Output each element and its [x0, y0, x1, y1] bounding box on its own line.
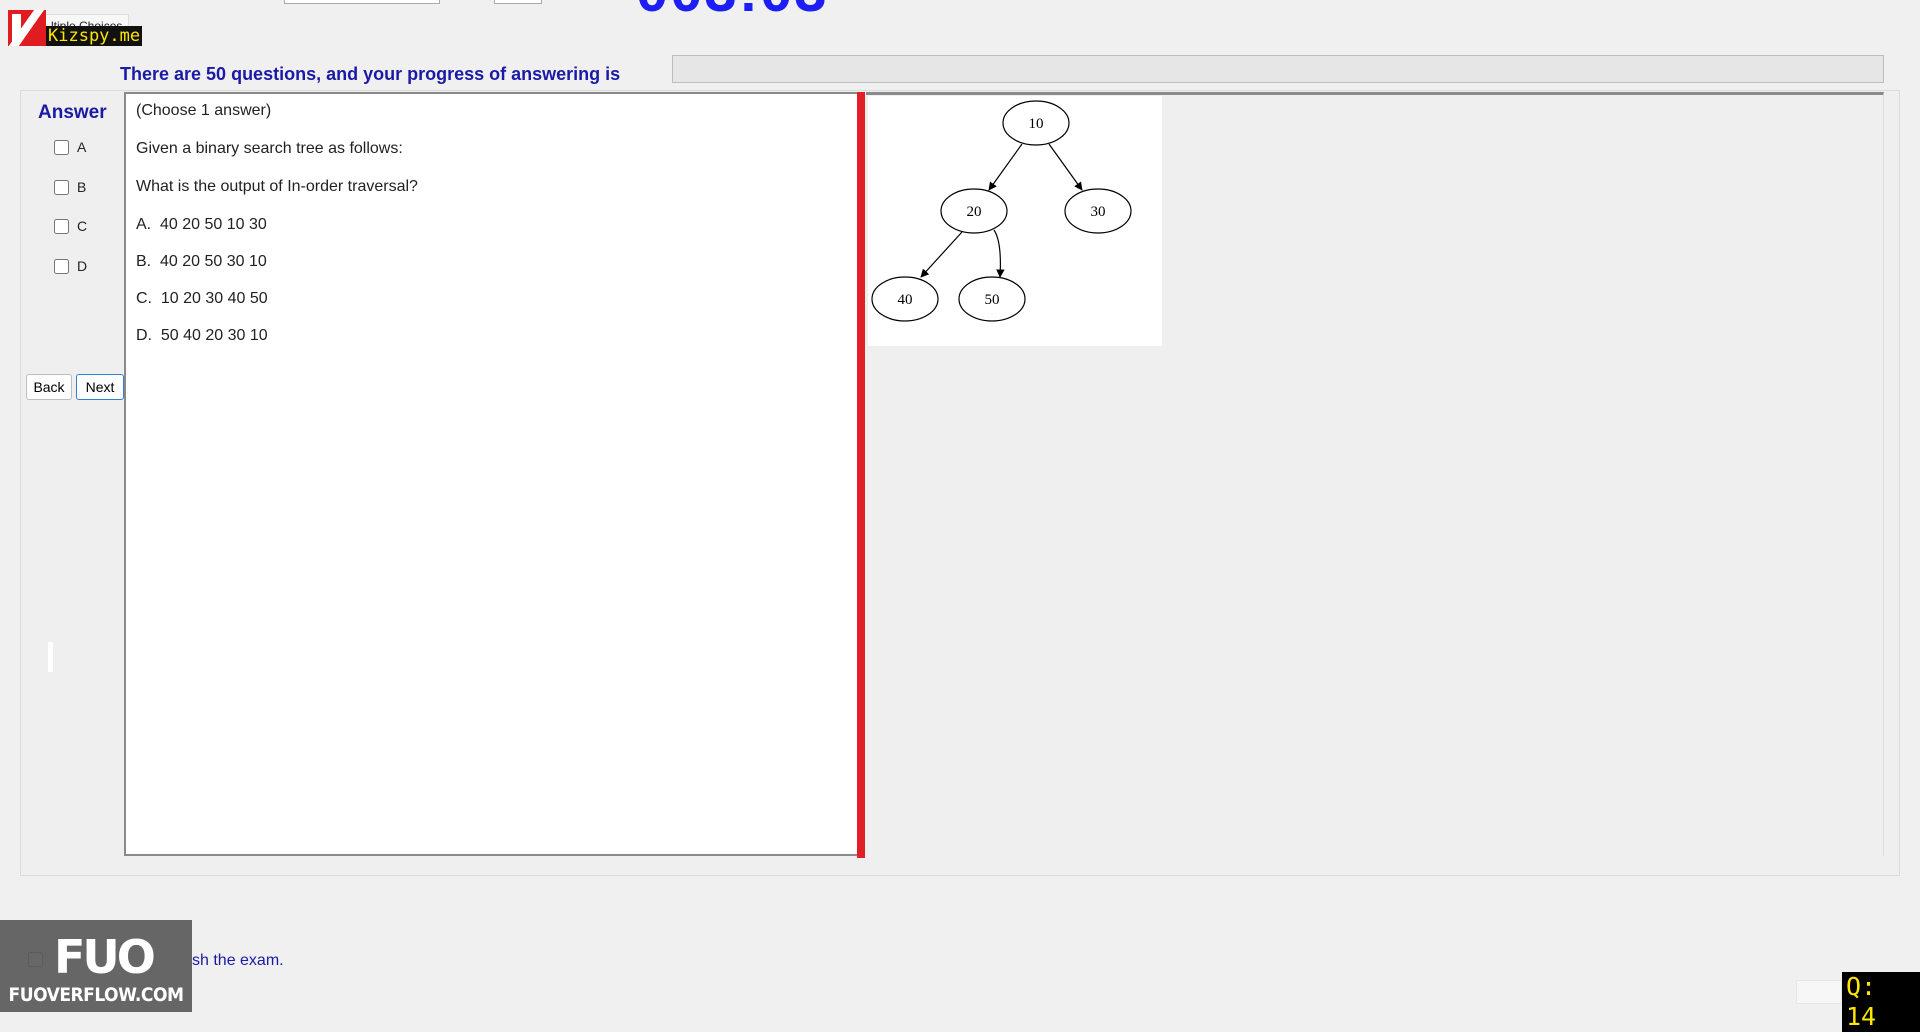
answer-option-a[interactable]: A [54, 139, 86, 155]
answer-checkbox-a[interactable] [54, 139, 69, 155]
panel-splitter[interactable] [857, 92, 865, 858]
next-button[interactable]: Next [76, 374, 124, 400]
fuo-logo-mark: FUO [54, 930, 156, 984]
question-counter: Q: 14 [1842, 972, 1920, 1032]
answer-title: Answer [38, 102, 107, 123]
answer-checkbox-b[interactable] [54, 179, 69, 195]
answer-option-c[interactable]: C [54, 218, 87, 234]
answer-option-b[interactable]: B [54, 179, 86, 195]
progress-label: There are 50 questions, and your progres… [120, 64, 621, 84]
kizspy-logo: Kizspy.me [8, 10, 143, 46]
font-combo[interactable] [284, 0, 440, 4]
answer-option-label: A [77, 139, 87, 155]
tree-edge [920, 231, 963, 278]
tree-edge [988, 143, 1023, 191]
tree-edge [1048, 143, 1083, 191]
answer-option-label: D [77, 258, 88, 274]
question-choice-b: B. 40 20 50 30 10 [136, 253, 267, 270]
question-choice-d: D. 50 40 20 30 10 [136, 327, 268, 344]
back-button[interactable]: Back [26, 374, 72, 400]
countdown-timer: 003:03 [636, 0, 829, 25]
answer-checkbox-c[interactable] [54, 218, 69, 234]
question-choice-c: C. 10 20 30 40 50 [136, 290, 268, 307]
progress-bar [672, 55, 1884, 83]
k-logo-icon [8, 10, 46, 46]
tree-node-label: 50 [985, 292, 1000, 308]
question-panel[interactable]: (Choose 1 answer) Given a binary search … [124, 92, 858, 856]
tree-node-label: 40 [898, 292, 913, 308]
answer-option-label: C [77, 218, 88, 234]
logo-text: Kizspy.me [46, 26, 143, 46]
font-size-spinner[interactable] [494, 0, 542, 4]
fuo-logo-text: FUOVERFLOW.COM [8, 984, 184, 1006]
answer-option-label: B [77, 179, 87, 195]
tree-node-label: 30 [1091, 204, 1106, 220]
answer-option-d[interactable]: D [54, 258, 87, 274]
bst-diagram: 10 20 30 40 50 [871, 100, 1132, 322]
finish-exam-label: sh the exam. [192, 952, 284, 969]
text-caret [48, 642, 53, 672]
question-choice-a: A. 40 20 50 10 30 [136, 216, 267, 233]
answer-checkbox-d[interactable] [54, 258, 69, 274]
tree-node-label: 10 [1029, 116, 1044, 132]
question-line: Given a binary search tree as follows: [136, 140, 403, 157]
question-line: (Choose 1 answer) [136, 102, 272, 119]
tree-node-label: 20 [967, 204, 982, 220]
question-line: What is the output of In-order traversal… [136, 178, 418, 195]
bst-diagram-image: 10 20 30 40 50 [868, 96, 1162, 346]
fuoverflow-logo: FUO FUOVERFLOW.COM [0, 920, 192, 1012]
tree-edge [993, 229, 1005, 278]
bottom-input-field[interactable] [1796, 980, 1842, 1004]
